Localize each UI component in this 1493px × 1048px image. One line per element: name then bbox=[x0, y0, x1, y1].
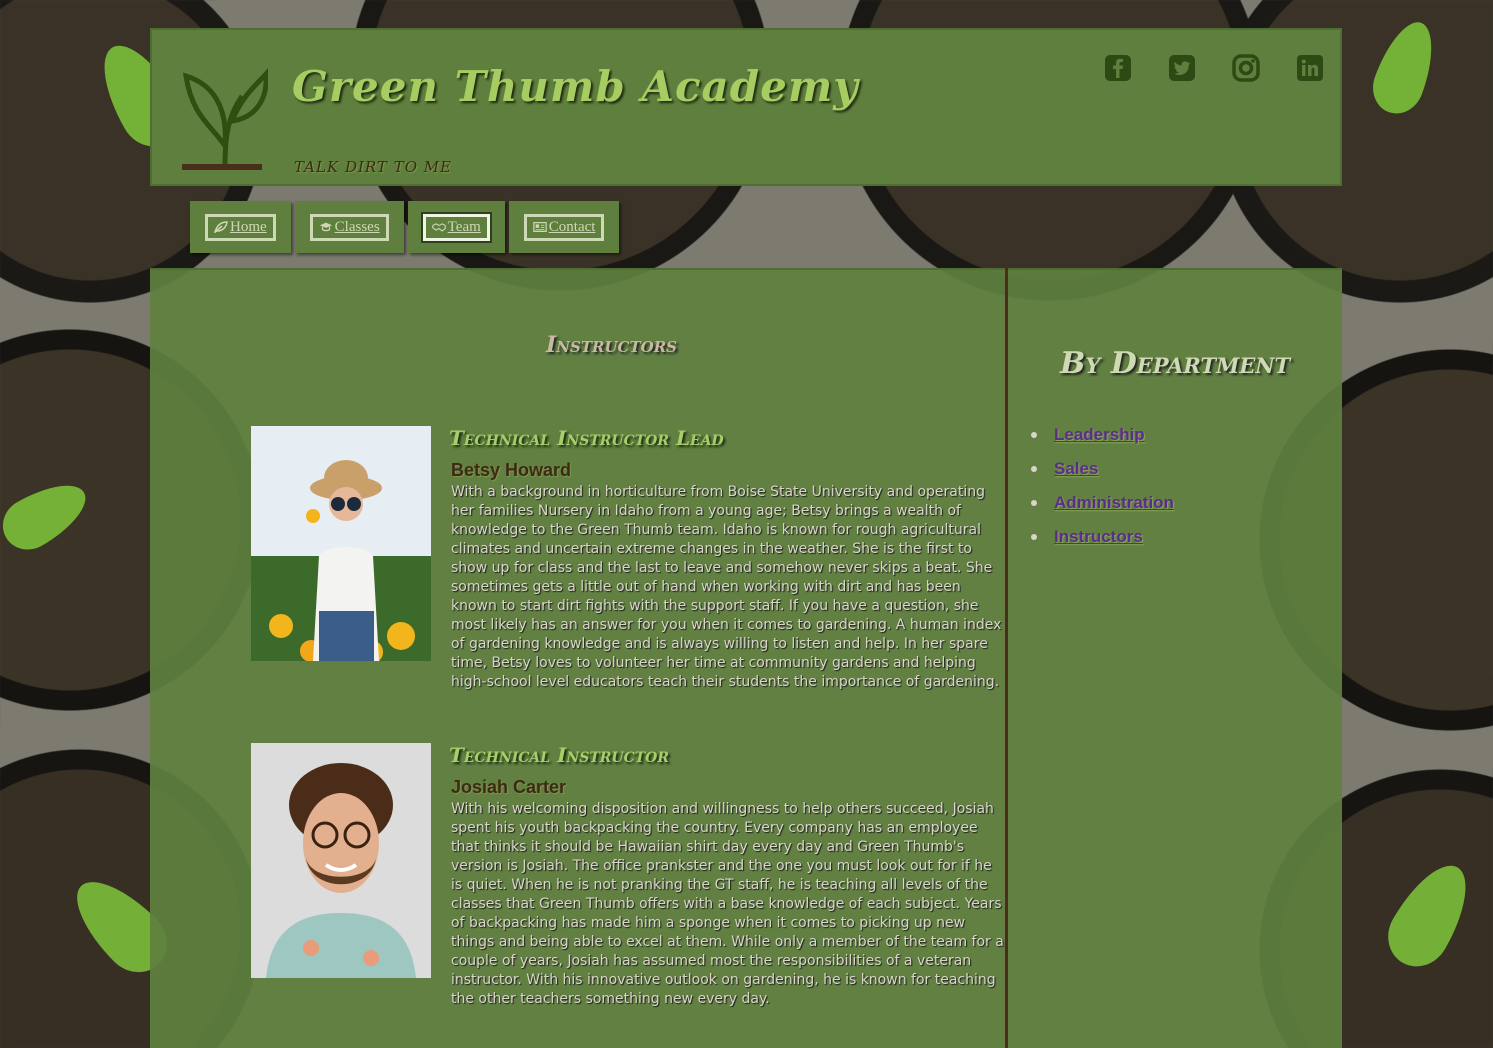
instructor-name: Betsy Howard bbox=[451, 460, 572, 480]
sprout-logo-icon bbox=[182, 68, 268, 170]
department-link-instructors[interactable]: Instructors bbox=[1054, 527, 1143, 547]
social-links bbox=[1104, 54, 1324, 82]
list-item: Administration bbox=[1031, 486, 1174, 520]
handshake-icon bbox=[431, 223, 446, 232]
instructor-photo bbox=[251, 426, 431, 661]
nav-team-link[interactable]: Team bbox=[420, 211, 492, 243]
bullet-icon bbox=[1031, 500, 1037, 506]
site-header: Green Thumb Academy talk dirt to me bbox=[150, 28, 1342, 186]
bullet-icon bbox=[1031, 466, 1037, 472]
department-sidebar: By Department Leadership Sales Administr… bbox=[1008, 268, 1342, 1048]
site-tagline: talk dirt to me bbox=[294, 158, 453, 176]
department-link-sales[interactable]: Sales bbox=[1054, 459, 1098, 479]
address-card-icon bbox=[533, 222, 547, 232]
graduation-cap-icon bbox=[319, 222, 332, 232]
nav-classes-label: Classes bbox=[334, 218, 380, 235]
instagram-icon[interactable] bbox=[1232, 54, 1260, 82]
list-item: Sales bbox=[1031, 452, 1174, 486]
list-item: Instructors bbox=[1031, 520, 1174, 554]
instructor-bio: With a background in horticulture from B… bbox=[451, 484, 1002, 690]
instructors-heading: Instructors bbox=[546, 332, 678, 358]
instructor-bio: With his welcoming disposition and willi… bbox=[451, 801, 1004, 1007]
department-link-administration[interactable]: Administration bbox=[1054, 493, 1174, 513]
nav-home-label: Home bbox=[230, 218, 267, 235]
nav-item-contact: Contact bbox=[508, 201, 620, 253]
facebook-icon[interactable] bbox=[1104, 54, 1132, 82]
site-title: Green Thumb Academy bbox=[292, 62, 859, 111]
department-list: Leadership Sales Administration Instruct… bbox=[1031, 418, 1174, 554]
nav-item-team: Team bbox=[407, 201, 505, 253]
background-leaf bbox=[1365, 14, 1445, 121]
nav-classes-link[interactable]: Classes bbox=[309, 213, 389, 241]
nav-item-classes: Classes bbox=[294, 201, 404, 253]
main-nav: Home Classes Team Contact bbox=[190, 201, 620, 253]
nav-contact-label: Contact bbox=[548, 218, 596, 235]
instructor-photo bbox=[251, 743, 431, 978]
department-link-leadership[interactable]: Leadership bbox=[1054, 425, 1145, 445]
leaf-icon bbox=[214, 221, 228, 233]
nav-home-link[interactable]: Home bbox=[205, 213, 276, 241]
instructor-role: Technical Instructor Lead bbox=[449, 426, 724, 450]
background-leaf bbox=[0, 470, 97, 560]
linkedin-icon[interactable] bbox=[1296, 54, 1324, 82]
instructor-role: Technical Instructor bbox=[449, 743, 669, 767]
bullet-icon bbox=[1031, 432, 1037, 438]
department-heading: By Department bbox=[1060, 346, 1291, 381]
background-leaf bbox=[1376, 852, 1484, 978]
twitter-icon[interactable] bbox=[1168, 54, 1196, 82]
instructor-name: Josiah Carter bbox=[451, 777, 567, 797]
nav-contact-link[interactable]: Contact bbox=[523, 213, 605, 241]
main-content: Instructors Technical Instructor Lead Be… bbox=[150, 268, 1006, 1048]
nav-team-label: Team bbox=[447, 218, 481, 235]
bullet-icon bbox=[1031, 534, 1037, 540]
list-item: Leadership bbox=[1031, 418, 1174, 452]
nav-item-home: Home bbox=[190, 201, 291, 253]
